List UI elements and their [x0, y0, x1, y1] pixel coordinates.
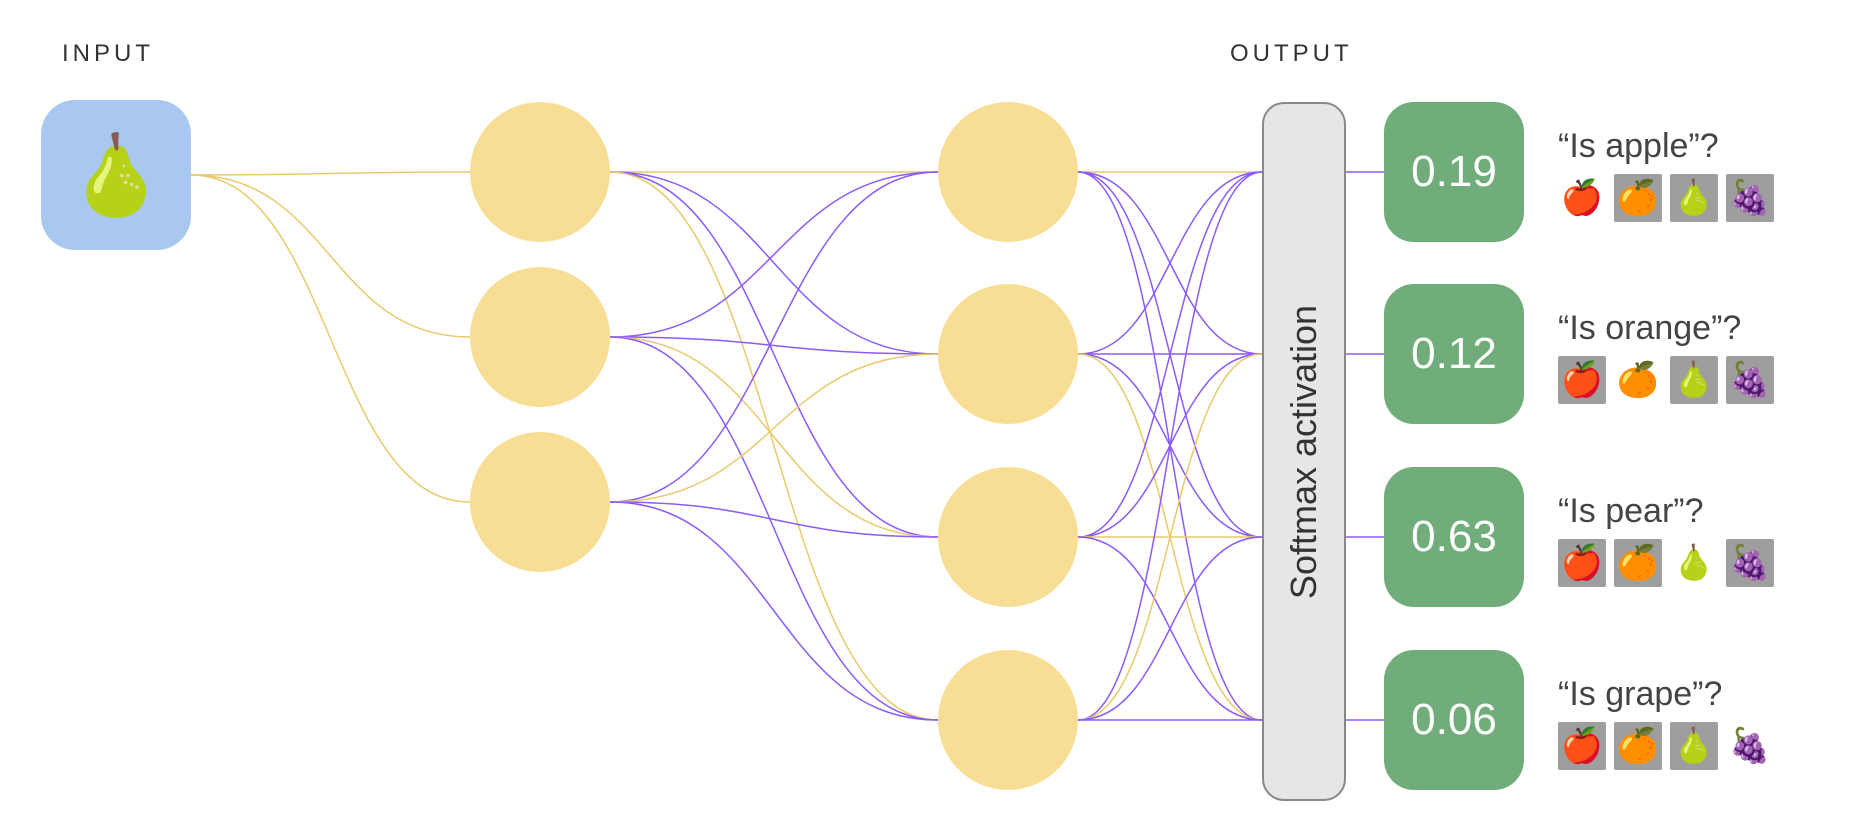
pear-icon: 🍐: [1670, 539, 1718, 587]
edge: [1078, 354, 1262, 720]
edge: [1078, 172, 1262, 720]
hidden2-neuron-4: [938, 650, 1078, 790]
edge: [191, 175, 470, 502]
softmax-block: Softmax activation: [1262, 102, 1346, 801]
pear-icon: 🍐: [1670, 722, 1718, 770]
hidden1-neuron-1: [470, 102, 610, 242]
output-value-pear: 0.63: [1411, 512, 1497, 562]
fruit-row-pear: 🍎🍊🍐🍇: [1558, 539, 1774, 587]
input-image-box: 🍐: [41, 100, 191, 250]
apple-icon: 🍎: [1558, 539, 1606, 587]
output-question-grape: “Is grape”?: [1558, 675, 1722, 714]
output-value-grape: 0.06: [1411, 695, 1497, 745]
edge: [610, 172, 938, 502]
edge: [610, 354, 938, 502]
output-question-apple: “Is apple”?: [1558, 127, 1719, 166]
hidden2-neuron-1: [938, 102, 1078, 242]
hidden2-neuron-2: [938, 284, 1078, 424]
output-box-grape: 0.06: [1384, 650, 1524, 790]
edge: [610, 502, 938, 537]
edge: [610, 337, 938, 354]
edge: [1078, 354, 1262, 537]
hidden1-neuron-2: [470, 267, 610, 407]
orange-icon: 🍊: [1614, 539, 1662, 587]
edge: [610, 172, 938, 354]
edge: [1078, 172, 1262, 720]
output-box-apple: 0.19: [1384, 102, 1524, 242]
orange-icon: 🍊: [1614, 722, 1662, 770]
hidden2-neuron-3: [938, 467, 1078, 607]
nn-softmax-diagram: INPUT OUTPUT 🍐 Softmax activation 0.19 “I…: [0, 0, 1850, 834]
edge: [1078, 354, 1262, 720]
orange-icon: 🍊: [1614, 356, 1662, 404]
edge: [1078, 172, 1262, 537]
apple-icon: 🍎: [1558, 356, 1606, 404]
pear-icon: 🍐: [1670, 356, 1718, 404]
pear-icon: 🍐: [67, 136, 164, 214]
softmax-label: Softmax activation: [1283, 304, 1325, 598]
fruit-row-apple: 🍎🍊🍐🍇: [1558, 174, 1774, 222]
grape-icon: 🍇: [1726, 174, 1774, 222]
edge: [610, 502, 938, 720]
output-value-orange: 0.12: [1411, 329, 1497, 379]
edge: [1078, 537, 1262, 720]
edge: [1078, 354, 1262, 537]
output-question-orange: “Is orange”?: [1558, 309, 1741, 348]
fruit-row-grape: 🍎🍊🍐🍇: [1558, 722, 1774, 770]
pear-icon: 🍐: [1670, 174, 1718, 222]
edge: [610, 337, 938, 537]
edge: [1078, 172, 1262, 354]
output-question-pear: “Is pear”?: [1558, 492, 1704, 531]
input-label: INPUT: [62, 40, 154, 68]
grape-icon: 🍇: [1726, 356, 1774, 404]
output-label: OUTPUT: [1230, 40, 1353, 68]
output-value-apple: 0.19: [1411, 147, 1497, 197]
grape-icon: 🍇: [1726, 539, 1774, 587]
grape-icon: 🍇: [1726, 722, 1774, 770]
apple-icon: 🍎: [1558, 722, 1606, 770]
output-box-pear: 0.63: [1384, 467, 1524, 607]
edge: [610, 337, 938, 720]
orange-icon: 🍊: [1614, 174, 1662, 222]
edge: [610, 172, 938, 337]
output-box-orange: 0.12: [1384, 284, 1524, 424]
edge: [1078, 172, 1262, 537]
fruit-row-orange: 🍎🍊🍐🍇: [1558, 356, 1774, 404]
edge: [1078, 172, 1262, 354]
edge: [191, 172, 470, 175]
edge: [191, 175, 470, 337]
edge: [610, 172, 938, 720]
hidden1-neuron-3: [470, 432, 610, 572]
edge: [610, 172, 938, 537]
edge: [1078, 537, 1262, 720]
apple-icon: 🍎: [1558, 174, 1606, 222]
